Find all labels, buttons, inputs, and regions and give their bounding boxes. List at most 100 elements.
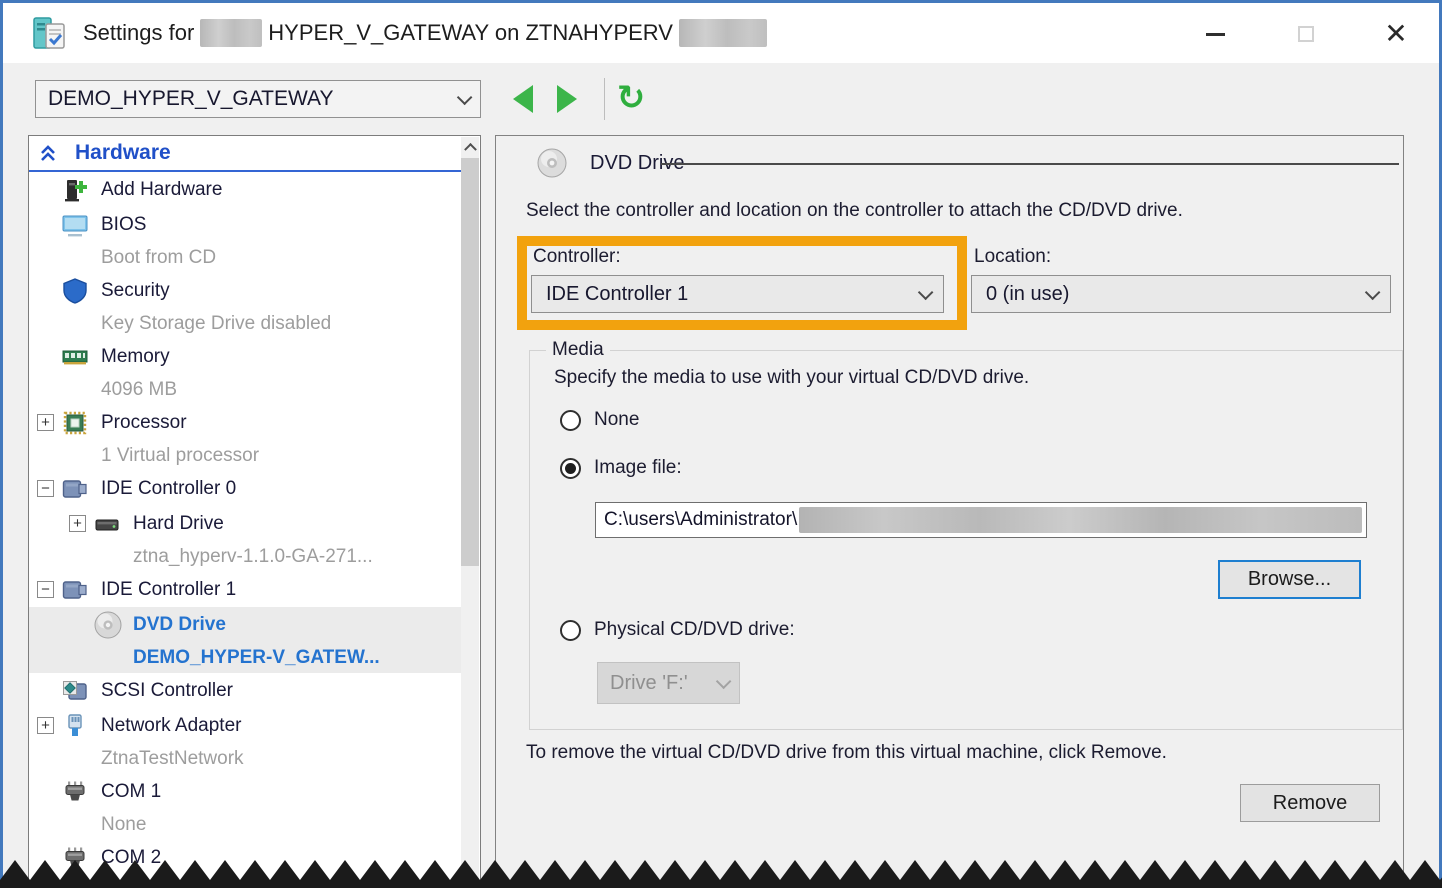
chevron-down-icon	[918, 284, 934, 300]
tree-item-subtext: None	[29, 809, 461, 840]
memory-icon	[61, 343, 101, 371]
ide-controller-icon	[61, 576, 101, 604]
tree-item-label: SCSI Controller	[101, 680, 233, 702]
navigate-back-button[interactable]	[508, 82, 538, 116]
tree-item-row-scsi-controller[interactable]: SCSI Controller	[29, 673, 461, 708]
chevron-down-icon	[457, 89, 473, 105]
chevron-down-icon	[1365, 284, 1381, 300]
window-title-main: HYPER_V_GATEWAY on ZTNAHYPERV	[268, 20, 673, 46]
collapse-icon[interactable]: −	[37, 480, 54, 497]
location-value: 0 (in use)	[986, 283, 1069, 306]
radio-physical-drive[interactable]	[560, 620, 581, 641]
remove-button[interactable]: Remove	[1240, 784, 1380, 822]
media-physical-option[interactable]: Physical CD/DVD drive:	[560, 619, 795, 641]
media-image-option[interactable]: Image file:	[560, 457, 682, 479]
arrow-left-icon	[513, 85, 533, 113]
expand-icon[interactable]: +	[69, 515, 86, 532]
hyperv-settings-icon	[30, 14, 70, 54]
tree-item-row-ide-controller-0[interactable]: − IDE Controller 0	[29, 471, 461, 506]
scrollbar-thumb[interactable]	[461, 158, 479, 566]
tree-item-row-network-adapter[interactable]: + Network Adapter	[29, 708, 461, 743]
hard-drive-icon	[93, 510, 133, 538]
tree-item-bios: BIOSBoot from CD	[29, 207, 461, 273]
tree-item-subtext: 1 Virtual processor	[29, 440, 461, 471]
tree-item-row-add-hardware[interactable]: Add Hardware	[29, 172, 461, 207]
tree-item-row-dvd-drive[interactable]: DVD Drive	[29, 607, 461, 642]
radio-none[interactable]	[560, 410, 581, 431]
redaction	[200, 19, 262, 47]
radio-image-label: Image file:	[594, 457, 682, 479]
window-title-prefix: Settings for	[83, 20, 194, 46]
collapse-icon[interactable]: −	[37, 581, 54, 598]
vm-selector-combobox[interactable]: DEMO_HYPER_V_GATEWAY	[35, 80, 481, 118]
media-group-label: Media	[546, 339, 610, 361]
tree-item-label: Hard Drive	[133, 513, 224, 535]
maximize-icon	[1298, 26, 1314, 42]
expander-slot: +	[37, 414, 61, 431]
image-file-input[interactable]: C:\users\Administrator\	[595, 502, 1367, 538]
tree-item-row-processor[interactable]: + Processor	[29, 405, 461, 440]
radio-image-file[interactable]	[560, 458, 581, 479]
panel-intro-text: Select the controller and location on th…	[526, 200, 1183, 222]
tree-item-row-com-1[interactable]: COM 1	[29, 774, 461, 809]
tree-item-subtext: ztna_hyperv-1.1.0-GA-271...	[29, 541, 461, 572]
browse-button[interactable]: Browse...	[1218, 560, 1361, 599]
close-button[interactable]: ✕	[1373, 11, 1419, 57]
com-port-icon	[61, 778, 101, 806]
tree-item-add-hardware: Add Hardware	[29, 172, 461, 207]
tree-item-label: Memory	[101, 346, 170, 368]
controller-value: IDE Controller 1	[546, 283, 688, 306]
scrollbar-up-button[interactable]	[461, 137, 479, 156]
title-bar: Settings for HYPER_V_GATEWAY on ZTNAHYPE…	[3, 3, 1439, 63]
tree-item-subtext: ZtnaTestNetwork	[29, 743, 461, 774]
dvd-drive-settings-panel: DVD Drive Select the controller and loca…	[495, 135, 1404, 888]
tree-item-label: DVD Drive	[133, 614, 226, 636]
hardware-tree-header[interactable]: Hardware	[29, 136, 461, 172]
tree-item-label: Network Adapter	[101, 715, 241, 737]
network-adapter-icon	[61, 712, 101, 740]
media-none-option[interactable]: None	[560, 409, 639, 431]
tree-scrollbar[interactable]	[461, 137, 479, 886]
tree-item-memory: Memory4096 MB	[29, 339, 461, 405]
expand-icon[interactable]: +	[37, 414, 54, 431]
tree-item-processor: + Processor 1 Virtual processor	[29, 405, 461, 471]
tree-item-subtext: Boot from CD	[29, 242, 461, 273]
controller-combobox[interactable]: IDE Controller 1	[531, 275, 944, 313]
tree-item-security: SecurityKey Storage Drive disabled	[29, 273, 461, 339]
tree-item-row-ide-controller-1[interactable]: −IDE Controller 1	[29, 572, 461, 607]
minimize-icon	[1206, 33, 1225, 36]
tree-item-subtext: Key Storage Drive disabled	[29, 308, 461, 339]
tree-item-label: IDE Controller 0	[101, 478, 236, 500]
expander-slot: −	[37, 581, 61, 598]
scsi-controller-icon	[61, 677, 101, 705]
tree-item-row-bios[interactable]: BIOS	[29, 207, 461, 242]
window-title: Settings for HYPER_V_GATEWAY on ZTNAHYPE…	[83, 19, 767, 47]
hardware-tree-panel: Hardware Add HardwareBIOSBoot from CDSec…	[28, 135, 481, 888]
navigate-forward-button[interactable]	[552, 82, 582, 116]
security-icon	[61, 277, 101, 305]
arrow-right-icon	[557, 85, 577, 113]
dvd-disc-icon	[536, 147, 568, 179]
tree-item-subtext: DEMO_HYPER-V_GATEW...	[29, 642, 461, 673]
maximize-button	[1283, 11, 1329, 57]
refresh-button[interactable]: ↻	[610, 76, 652, 120]
hardware-tree-items: Add HardwareBIOSBoot from CDSecurityKey …	[29, 172, 461, 875]
tree-item-row-memory[interactable]: Memory	[29, 339, 461, 374]
tree-item-label: Processor	[101, 412, 187, 434]
minimize-button[interactable]	[1192, 11, 1238, 57]
ide-controller-icon	[61, 475, 101, 503]
tree-item-ide-controller-0: − IDE Controller 0	[29, 471, 461, 506]
tree-item-row-security[interactable]: Security	[29, 273, 461, 308]
tree-item-row-hard-drive[interactable]: + Hard Drive	[29, 506, 461, 541]
expander-slot: +	[69, 515, 93, 532]
media-groupbox: Media Specify the media to use with your…	[529, 350, 1403, 730]
tree-item-com-1: COM 1None	[29, 774, 461, 840]
location-combobox[interactable]: 0 (in use)	[971, 275, 1391, 313]
collapse-all-icon	[39, 144, 57, 162]
redaction	[799, 507, 1362, 533]
tree-item-network-adapter: + Network Adapter ZtnaTestNetwork	[29, 708, 461, 774]
browse-button-label: Browse...	[1248, 568, 1331, 591]
expand-icon[interactable]: +	[37, 717, 54, 734]
refresh-icon: ↻	[617, 78, 646, 118]
close-icon: ✕	[1384, 20, 1407, 48]
